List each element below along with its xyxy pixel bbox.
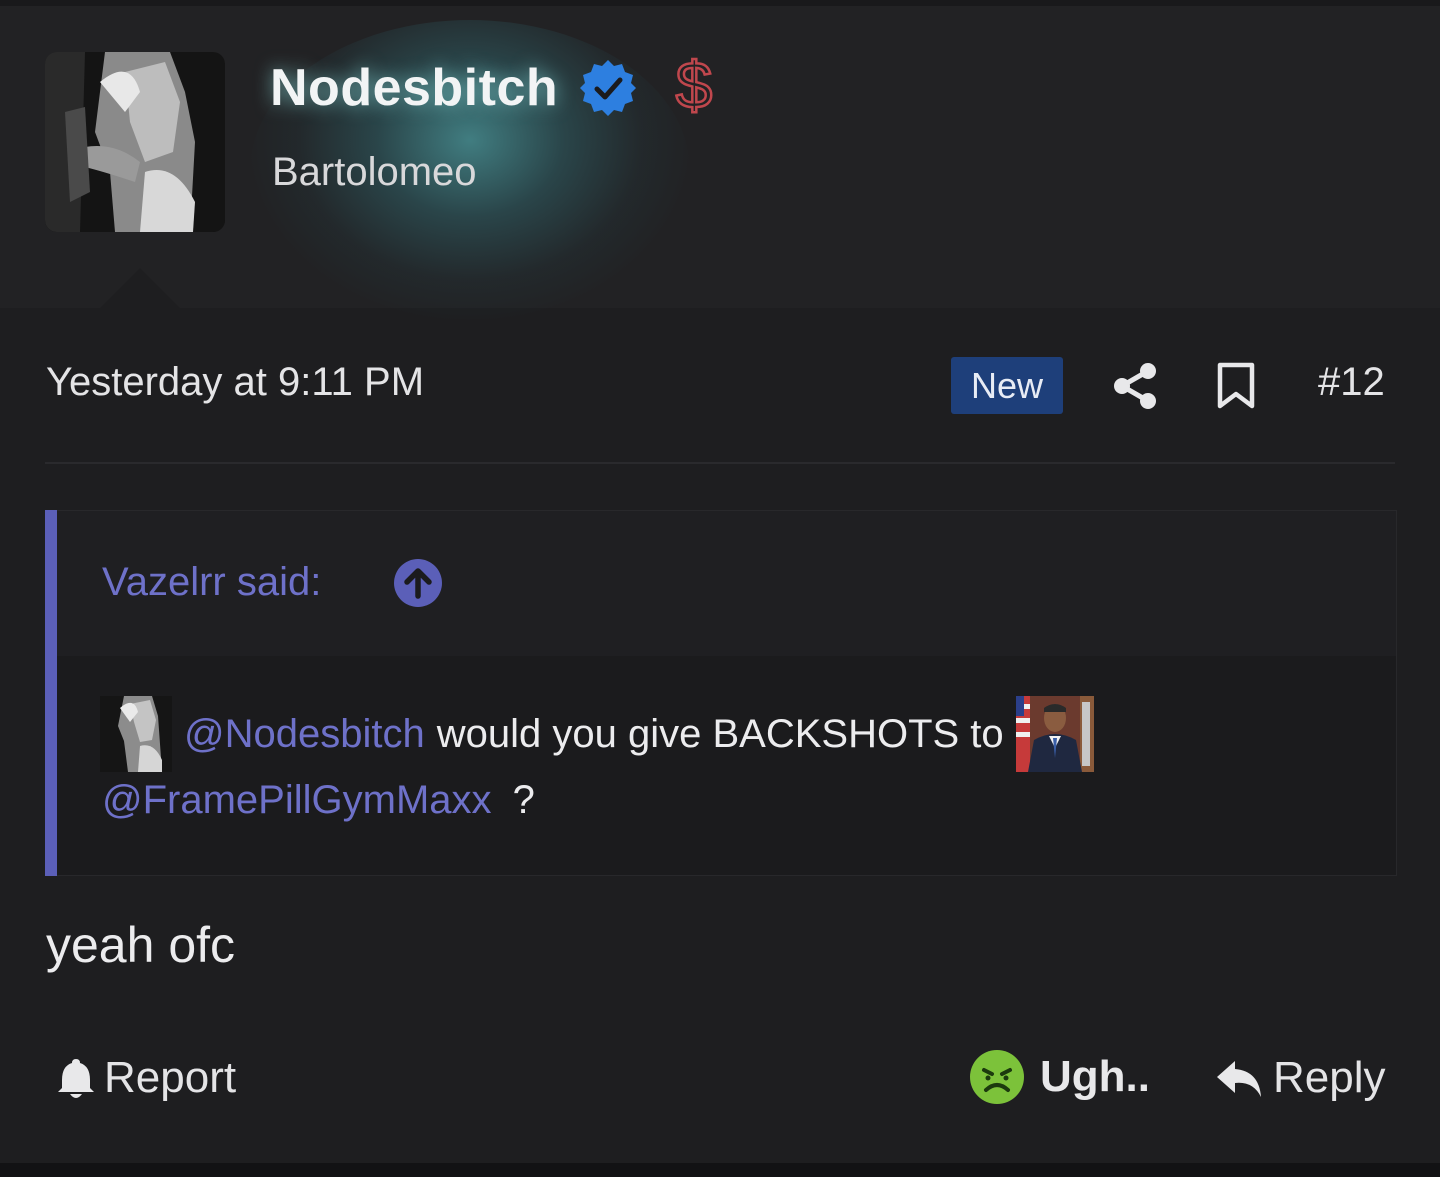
reaction-button[interactable]: Ugh.. bbox=[968, 1047, 1150, 1107]
reply-button[interactable]: Reply bbox=[1215, 1050, 1386, 1106]
report-button[interactable]: Report bbox=[56, 1050, 236, 1106]
quote-body-line2: @FramePillGymMaxx ? bbox=[102, 778, 535, 823]
reply-arrow-icon bbox=[1217, 1061, 1261, 1097]
new-badge: New bbox=[951, 357, 1063, 414]
bottom-border bbox=[0, 1163, 1440, 1177]
quote-author[interactable]: Vazelrr said: bbox=[102, 560, 321, 605]
bookmark-icon[interactable] bbox=[1215, 362, 1257, 410]
forum-post: Nodesbitch $ Bartolomeo Yesterday at 9:1… bbox=[0, 0, 1440, 1177]
post-number[interactable]: #12 bbox=[1318, 360, 1385, 405]
quote-accent-bar bbox=[45, 510, 57, 876]
mention-avatar[interactable] bbox=[100, 696, 172, 772]
quote-text-end: ? bbox=[512, 778, 535, 822]
mention-framepillgymmaxx[interactable]: @FramePillGymMaxx bbox=[102, 778, 492, 822]
divider bbox=[45, 462, 1395, 464]
post-timestamp[interactable]: Yesterday at 9:11 PM bbox=[46, 360, 424, 405]
verified-icon bbox=[578, 58, 638, 118]
sick-face-icon bbox=[970, 1050, 1024, 1104]
quote-text: would you give BACKSHOTS to bbox=[436, 711, 1004, 756]
arrow-up-icon[interactable] bbox=[393, 558, 443, 608]
header-caret bbox=[100, 268, 180, 308]
svg-text:$: $ bbox=[676, 50, 713, 122]
author-title: Bartolomeo bbox=[272, 150, 477, 194]
bell-icon bbox=[58, 1059, 94, 1098]
quote-body: @Nodesbitch would you give BACKSHOTS to bbox=[100, 694, 1094, 774]
top-border bbox=[0, 0, 1440, 6]
dollar-icon: $ bbox=[668, 47, 720, 124]
mention-portrait[interactable] bbox=[1015, 696, 1094, 772]
share-icon[interactable] bbox=[1112, 362, 1158, 410]
mention-nodesbitch[interactable]: @Nodesbitch bbox=[184, 712, 425, 757]
reply-label: Reply bbox=[1273, 1053, 1386, 1102]
report-label: Report bbox=[104, 1053, 237, 1102]
reaction-label: Ugh.. bbox=[1040, 1052, 1150, 1101]
post-body: yeah ofc bbox=[46, 917, 236, 973]
author-username[interactable]: Nodesbitch bbox=[270, 58, 558, 118]
author-avatar[interactable] bbox=[45, 52, 225, 232]
post-header: Nodesbitch $ Bartolomeo bbox=[0, 0, 1440, 320]
